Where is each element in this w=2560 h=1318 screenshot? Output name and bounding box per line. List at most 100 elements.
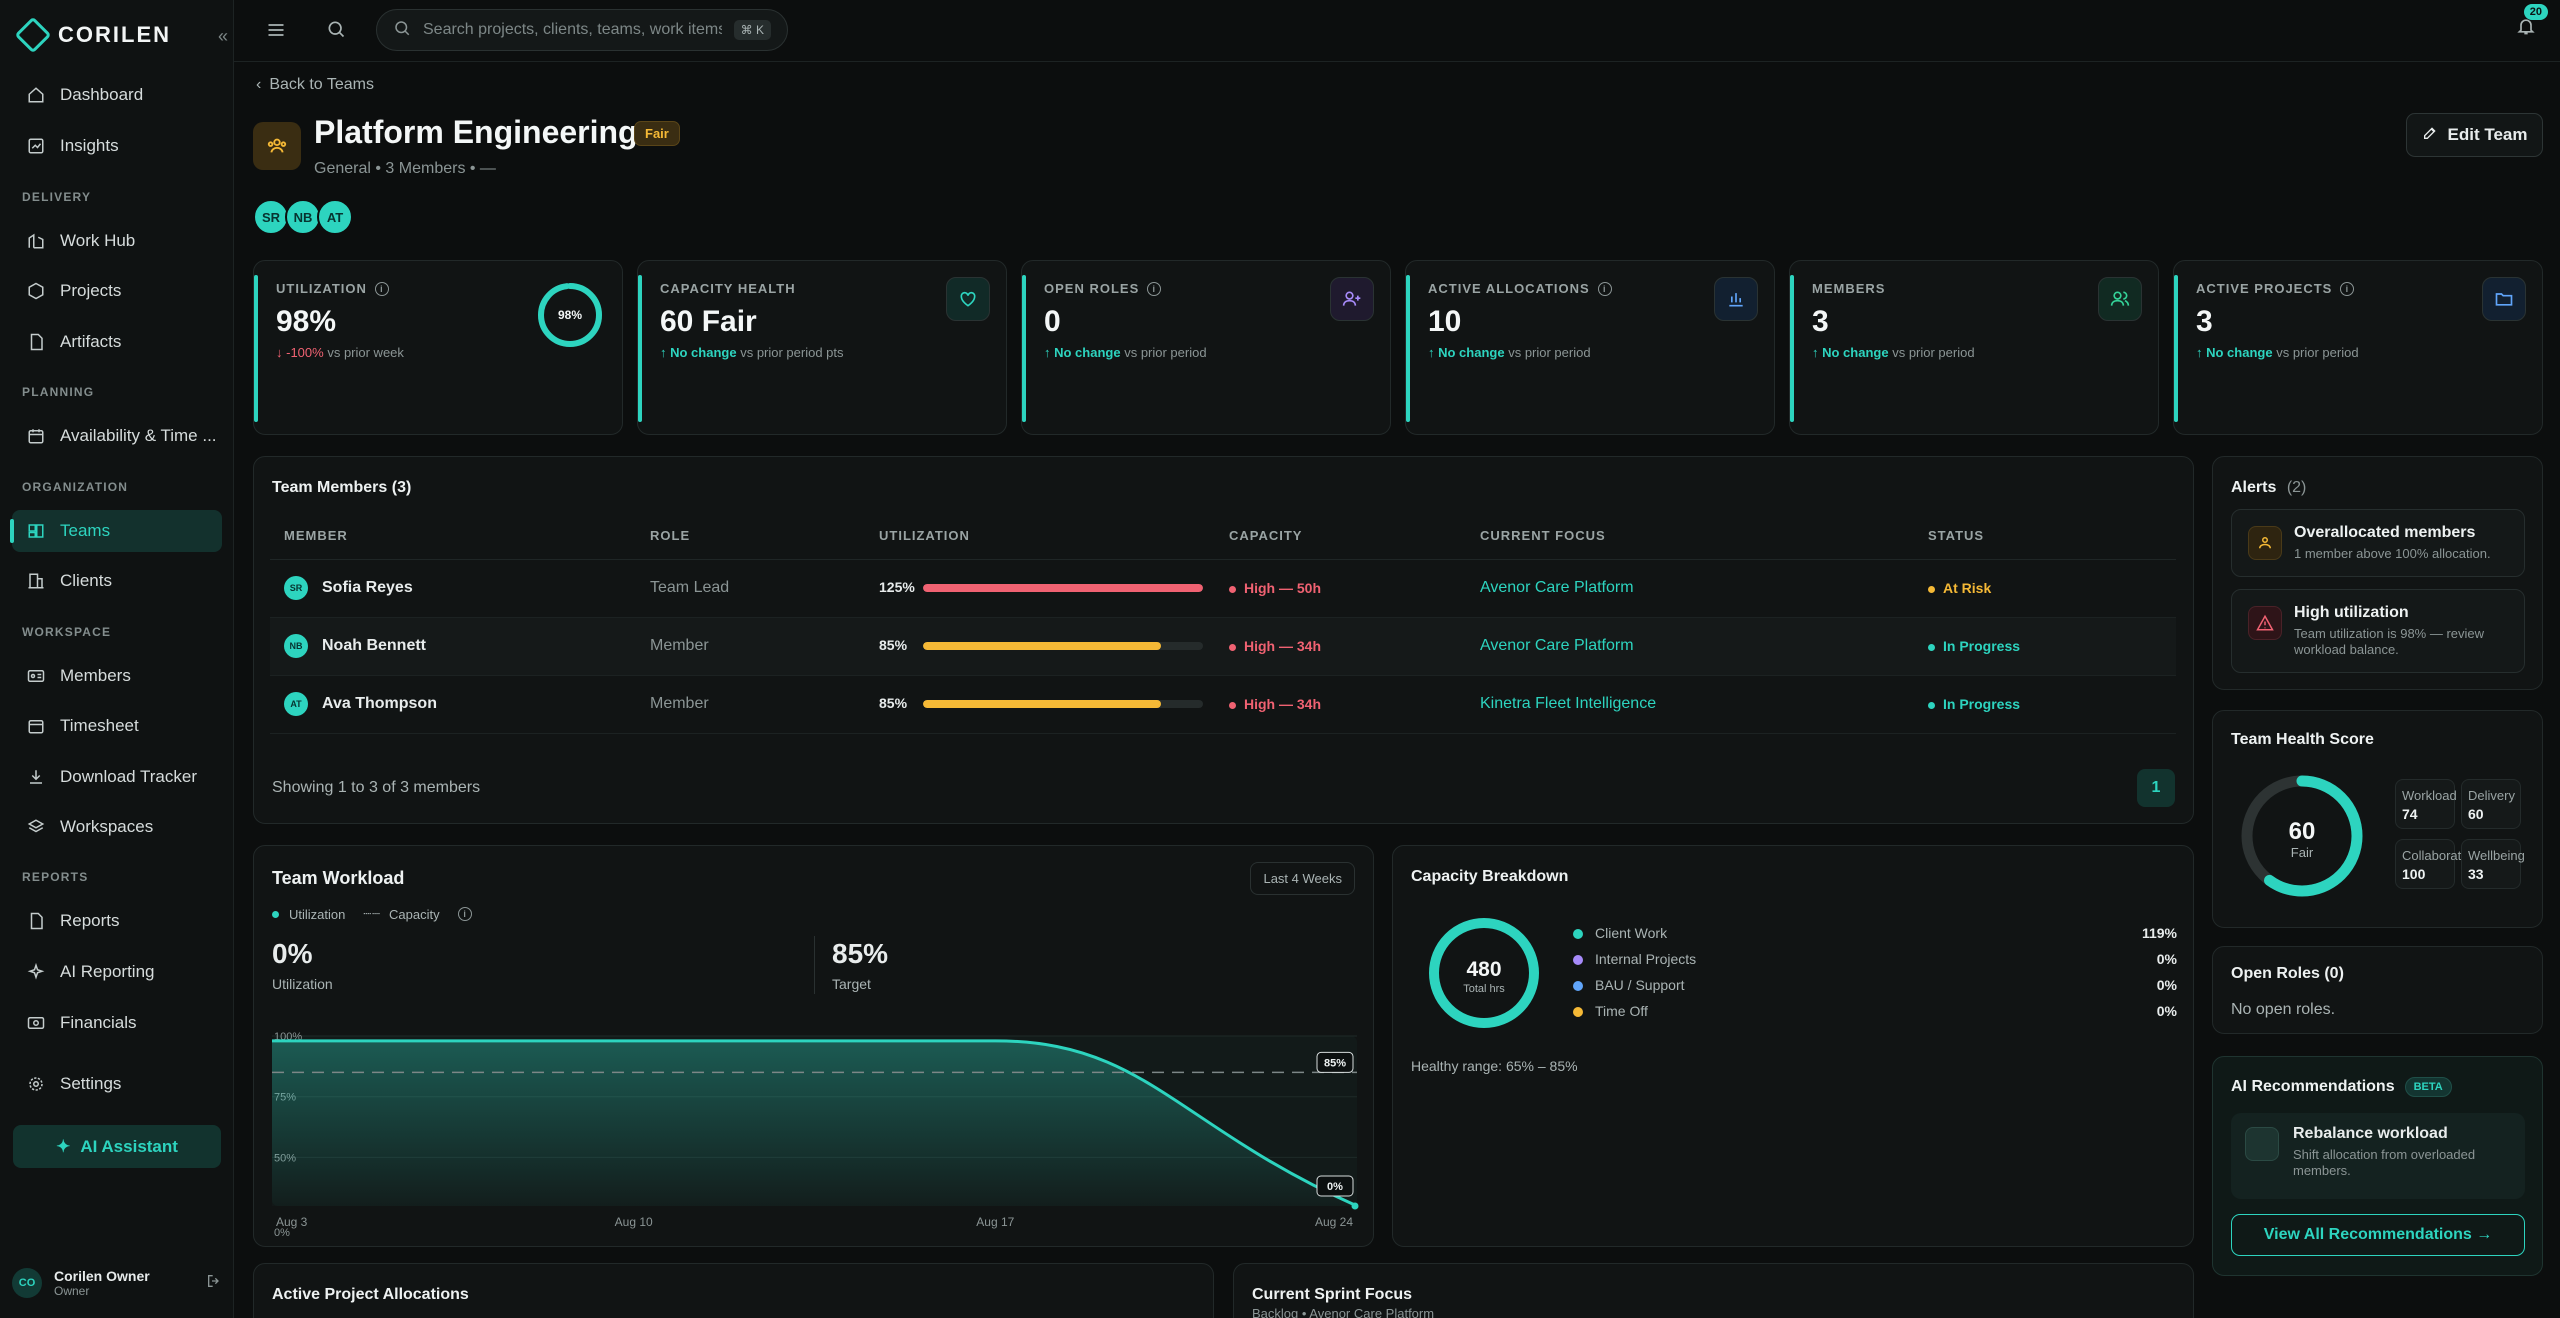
logout-icon[interactable] [206,1273,222,1294]
kpi-sub: ↓ -100% vs prior week [276,345,404,360]
nav-download-tracker[interactable]: Download Tracker [12,756,222,798]
search-icon [393,19,411,42]
focus-link[interactable]: Kinetra Fleet Intelligence [1480,675,1928,734]
nav-artifacts[interactable]: Artifacts [12,321,222,363]
legend-item: Client Work 119% [1573,920,2177,946]
nav-dashboard[interactable]: Dashboard [12,74,222,116]
info-icon[interactable]: i [2340,281,2355,296]
nav-clients[interactable]: Clients [12,560,222,602]
capacity-value: High — 34h [1244,696,1322,712]
warning-icon [2248,606,2282,640]
table-row[interactable]: AT Ava Thompson Member 85% High — 34h Kin… [270,675,2176,734]
total-label: Total hrs [1463,983,1505,995]
beta-badge: BETA [2404,1077,2452,1097]
report-icon [26,911,46,931]
info-icon[interactable]: i [1597,281,1612,296]
col-capacity[interactable]: CAPACITY [1229,513,1480,560]
ai-assistant-button[interactable]: ✦ AI Assistant [13,1125,221,1168]
nav-insights[interactable]: Insights [12,125,222,167]
notifications[interactable]: 20 [2516,4,2548,41]
kpi-value: 3 [2196,305,2213,338]
info-icon[interactable]: i [1147,281,1162,296]
metric-value: 74 [2402,806,2418,822]
menu-icon[interactable] [266,20,286,45]
member-role: Member [650,617,879,676]
table-row[interactable]: NB Noah Bennett Member 85% High — 34h Ave… [270,617,2176,676]
nav-workspaces[interactable]: Workspaces [12,806,222,848]
nav-label: Projects [60,281,122,300]
health-metric: Delivery 60 [2461,779,2521,829]
nav-timesheet[interactable]: Timesheet [12,705,222,747]
nav-work-hub[interactable]: Work Hub [12,220,222,262]
info-icon[interactable]: i [374,281,389,296]
page-button[interactable]: 1 [2137,769,2175,807]
alert-item[interactable]: Overallocated members 1 member above 100… [2231,509,2525,577]
range-select[interactable]: Last 4 Weeks [1250,862,1355,895]
table-row[interactable]: SR Sofia Reyes Team Lead 125% High — 50h … [270,559,2176,618]
col-role[interactable]: ROLE [650,513,879,560]
kpi-label-row: ACTIVE ALLOCATIONS i [1428,281,1612,296]
nav-ai-reporting[interactable]: AI Reporting [12,951,222,993]
metric-label: Wellbeing [2468,848,2525,863]
capacity-cell: High — 34h [1229,675,1480,734]
card-title: Capacity Breakdown [1411,868,1569,885]
card-title: Open Roles (0) [2231,965,2344,982]
search-input[interactable] [423,21,722,39]
member-name[interactable]: Sofia Reyes [322,579,413,596]
logo[interactable]: CORILEN [14,16,171,54]
col-member[interactable]: MEMBER [270,513,650,560]
kpi-sub: ↑ No change vs prior period [1044,345,1207,360]
kpi-label: ACTIVE ALLOCATIONS [1428,281,1590,296]
nav-teams[interactable]: Teams [10,510,222,552]
nav-members[interactable]: Members [12,655,222,697]
user-profile[interactable]: CO Corilen Owner Owner [12,1268,222,1298]
avatar[interactable]: AT [317,199,353,235]
health-metric: Collaboration 100 [2395,839,2479,889]
health-label: Fair [2291,845,2314,860]
focus-link[interactable]: Avenor Care Platform [1480,617,1928,676]
nav-reports[interactable]: Reports [12,900,222,942]
recommendation-item[interactable]: Rebalance workload Shift allocation from… [2231,1113,2525,1199]
nav-financials[interactable]: Financials [12,1002,222,1044]
collapse-sidebar-icon[interactable]: « [218,26,228,47]
chevron-left-icon: ‹ [256,76,262,93]
healthy-range: Healthy range: 65% – 85% [1411,1058,1578,1074]
search-icon[interactable] [326,19,346,44]
document-icon [26,332,46,352]
layers-icon [26,817,46,837]
alert-item[interactable]: High utilization Team utilization is 98%… [2231,589,2525,673]
avatar[interactable]: NB [285,199,321,235]
back-link[interactable]: ‹ Back to Teams [256,76,374,94]
info-icon[interactable]: i [457,907,472,921]
nav-label: Timesheet [60,716,139,735]
users-icon [2098,277,2142,321]
calendar-icon [26,426,46,446]
kpi-delta: ↑ No change [1044,345,1121,360]
member-avatars: SR NB AT [253,199,353,235]
bar-chart-icon [1714,277,1758,321]
status-dot [1229,585,1236,593]
member-name[interactable]: Noah Bennett [322,637,426,654]
view-all-recommendations-button[interactable]: View All Recommendations → [2231,1214,2525,1256]
kpi-label: MEMBERS [1812,281,1886,296]
col-current-focus[interactable]: CURRENT FOCUS [1480,513,1928,560]
nav-availability[interactable]: Availability & Time ... [12,415,222,457]
nav-projects[interactable]: Projects [12,270,222,312]
search-bar[interactable]: ⌘ K [376,9,788,51]
kpi-suffix: vs prior week [327,345,404,360]
edit-team-button[interactable]: Edit Team [2406,113,2543,157]
member-name[interactable]: Ava Thompson [322,695,437,712]
capacity-value: High — 34h [1244,638,1322,654]
nav-settings[interactable]: Settings [12,1063,222,1105]
legend-label-wrap: Time Off [1573,1003,1648,1019]
avatar[interactable]: SR [253,199,289,235]
open-roles-card: Open Roles (0) No open roles. [2212,946,2543,1034]
col-status[interactable]: STATUS [1928,513,2176,560]
nav-label: Clients [60,571,112,590]
col-utilization[interactable]: UTILIZATION [879,513,1229,560]
overallocated-icon [2248,526,2282,560]
focus-link[interactable]: Avenor Care Platform [1480,559,1928,618]
sparkle-icon: ✦ [56,1136,71,1156]
alerts-header: Alerts (2) [2231,479,2306,497]
alert-sub: 1 member above 100% allocation. [2294,546,2491,561]
